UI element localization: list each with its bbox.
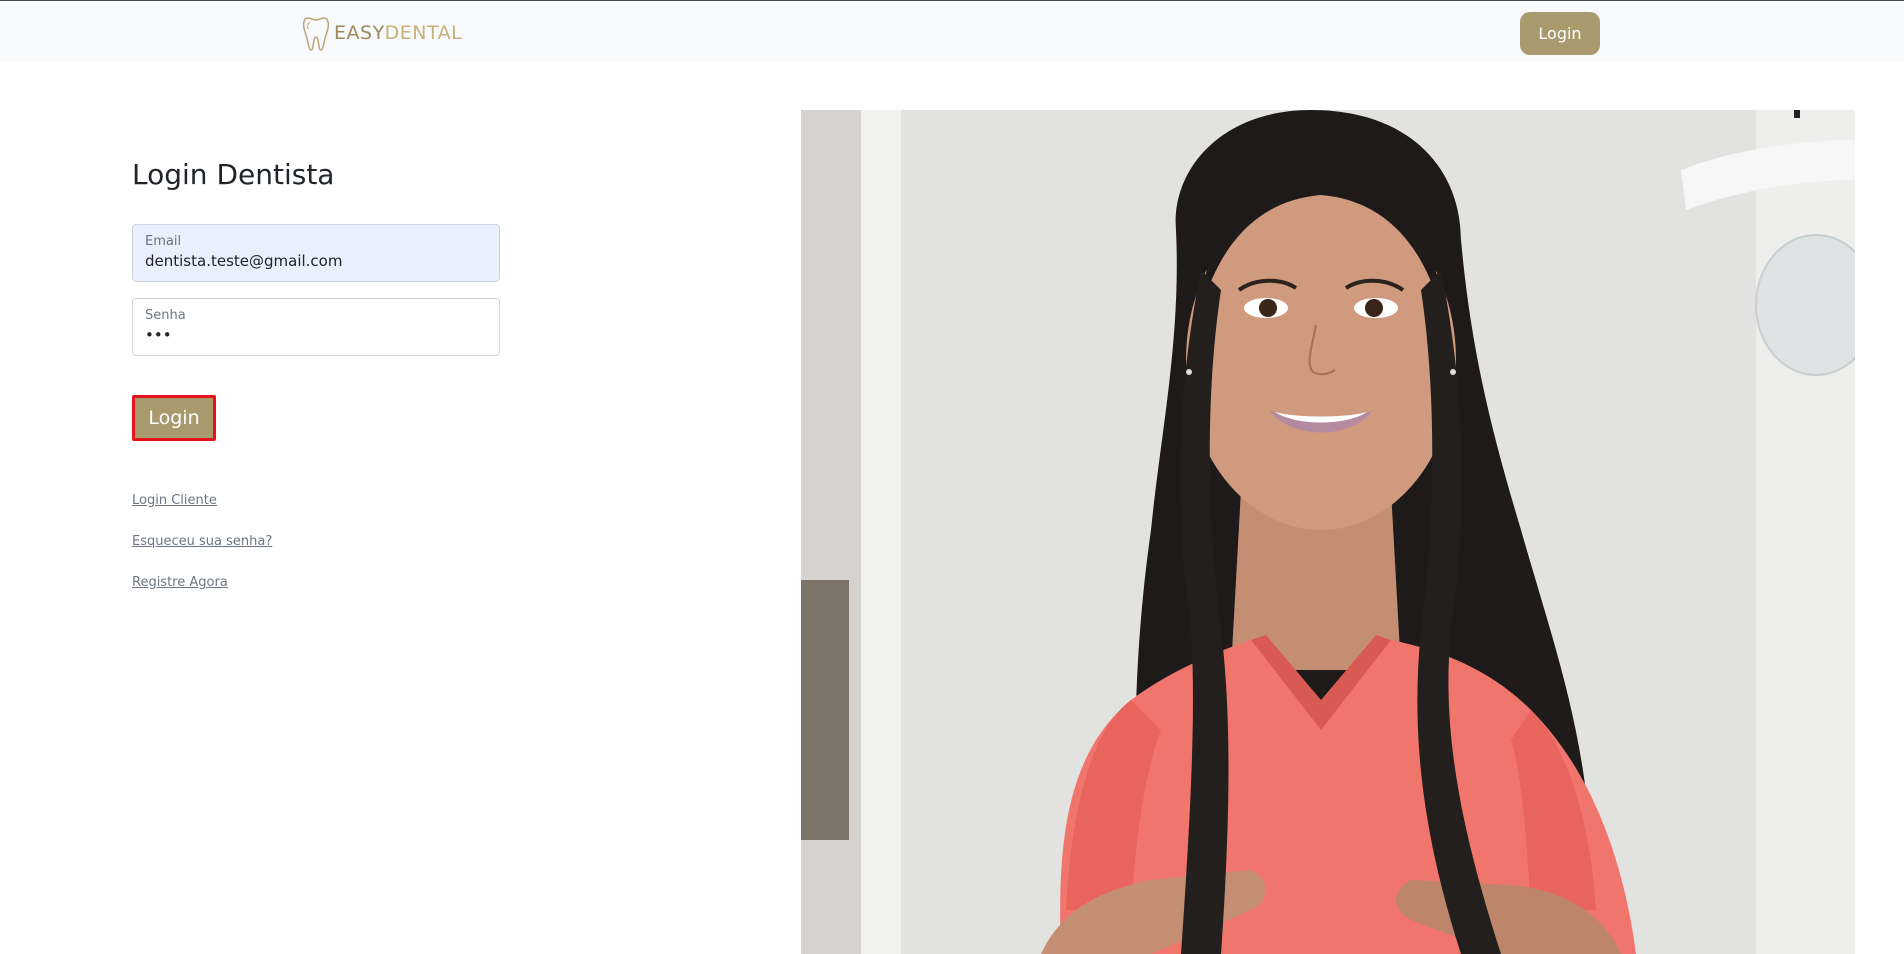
register-link[interactable]: Registre Agora bbox=[132, 575, 228, 590]
password-label: Senha bbox=[145, 308, 186, 323]
client-login-link[interactable]: Login Cliente bbox=[132, 493, 217, 508]
brand-logo[interactable]: EASYDENTAL bbox=[302, 14, 462, 52]
password-input[interactable]: ••• bbox=[145, 326, 485, 344]
brand-name: EASYDENTAL bbox=[334, 21, 463, 44]
tooth-icon bbox=[302, 17, 330, 51]
dentist-photo bbox=[801, 110, 1855, 954]
navbar-login-button[interactable]: Login bbox=[1520, 12, 1600, 55]
email-label: Email bbox=[145, 234, 182, 249]
login-submit-button[interactable]: Login bbox=[132, 395, 216, 441]
forgot-password-link[interactable]: Esqueceu sua senha? bbox=[132, 534, 272, 549]
email-field[interactable]: Email bbox=[132, 224, 500, 282]
top-navbar: EASYDENTAL Login bbox=[0, 0, 1904, 61]
email-input[interactable] bbox=[145, 252, 485, 270]
password-field[interactable]: Senha ••• bbox=[132, 298, 500, 356]
brand-name-part1: EASY bbox=[334, 21, 385, 44]
brand-name-part2: DENTAL bbox=[384, 21, 463, 44]
page-title: Login Dentista bbox=[132, 158, 335, 191]
